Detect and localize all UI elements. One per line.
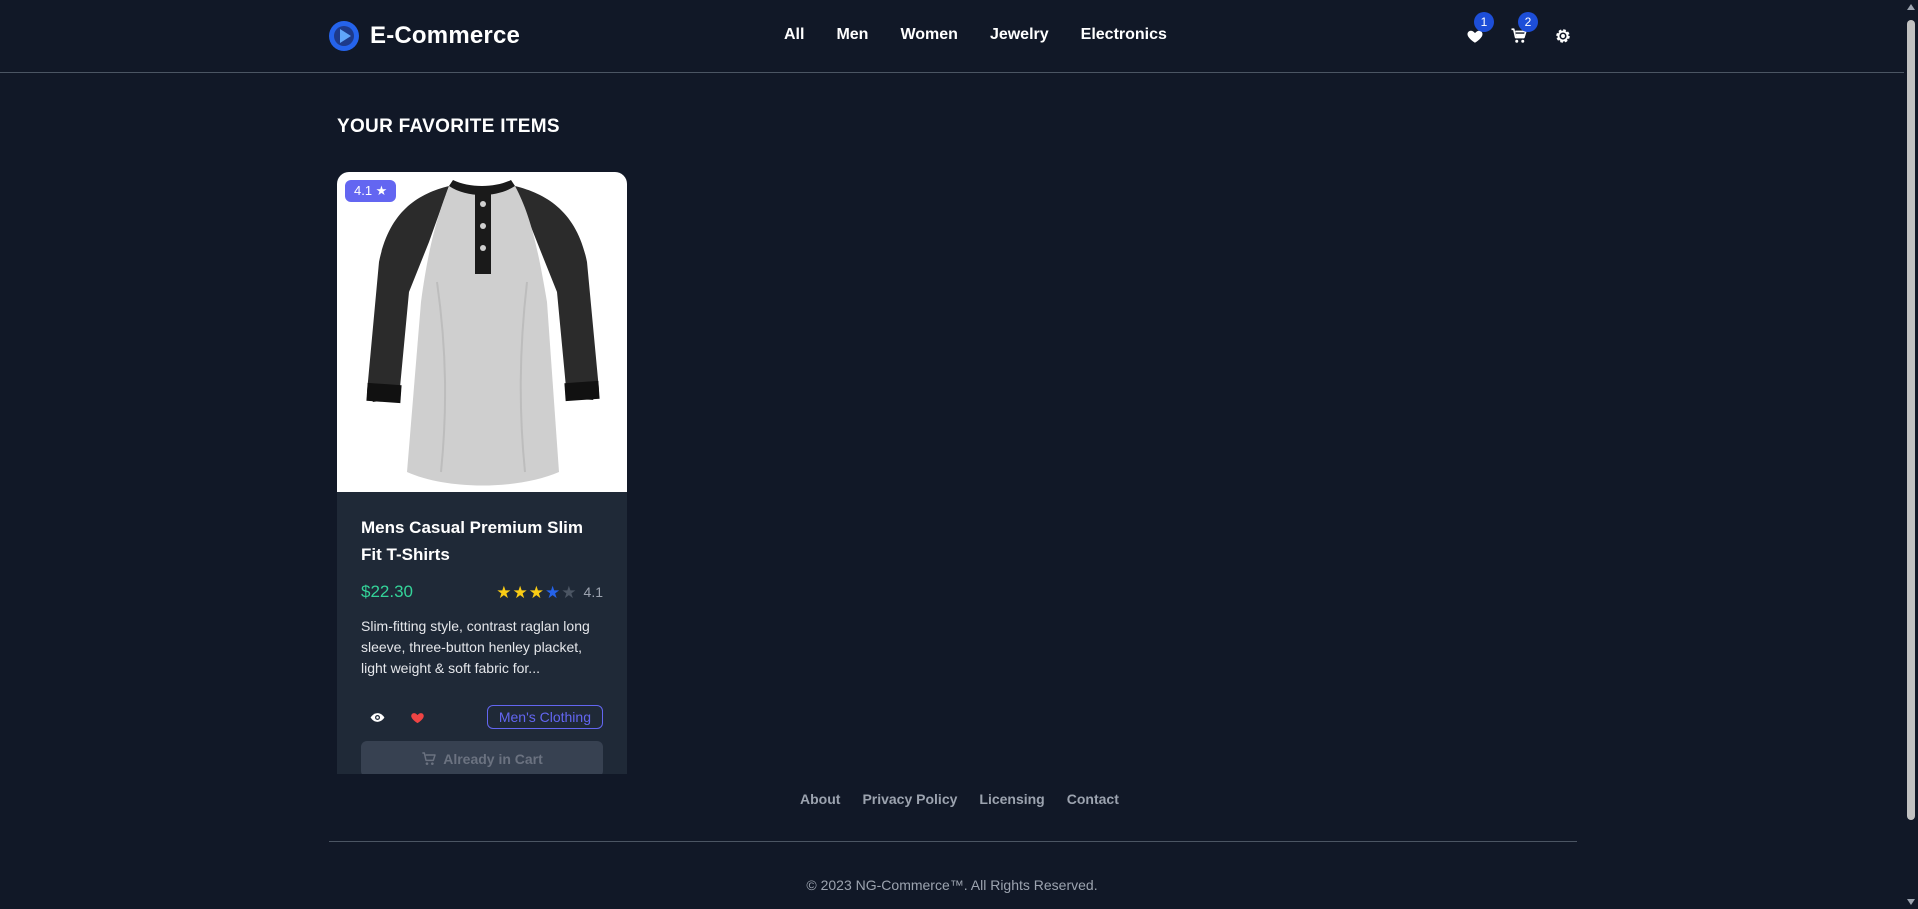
star-icon: ★ (528, 582, 545, 602)
product-card: 4.1 ★ Mens Casual Premium Slim Fit T-Shi… (337, 172, 627, 774)
scroll-up-arrow-icon[interactable] (1907, 4, 1915, 10)
nav-item-jewelry[interactable]: Jewelry (990, 26, 1049, 44)
cart-icon (422, 752, 436, 765)
rating-value: 4.1 (583, 584, 603, 600)
view-button[interactable] (361, 705, 393, 729)
copyright: © 2023 NG-Commerce™. All Rights Reserved… (806, 877, 1098, 893)
cart-button[interactable]: 2 (1508, 12, 1538, 52)
header: E-Commerce All Men Women Jewelry Electro… (0, 0, 1904, 73)
star-icon: ★ (512, 582, 528, 602)
product-description: Slim-fitting style, contrast raglan long… (361, 618, 590, 676)
main-nav: All Men Women Jewelry Electronics (784, 26, 1167, 44)
scrollbar-thumb[interactable] (1907, 20, 1915, 820)
star-icon: ★ (561, 582, 577, 602)
gear-icon (1556, 29, 1570, 43)
already-in-cart-button[interactable]: Already in Cart (361, 741, 603, 774)
scroll-down-arrow-icon[interactable] (1907, 899, 1915, 905)
section-title: YOUR FAVORITE ITEMS (337, 116, 560, 137)
shirt-image (366, 180, 600, 486)
rating-badge: 4.1 ★ (345, 180, 397, 202)
star-icon: ★ (545, 582, 561, 602)
scrollbar[interactable] (1904, 0, 1918, 909)
brand-logo-icon (329, 21, 359, 51)
star-rating: ★ ★ ★ ★ ★ 4.1 (496, 584, 603, 601)
nav-item-electronics[interactable]: Electronics (1081, 26, 1167, 44)
heart-icon (410, 712, 424, 723)
card-actions: Men's Clothing (361, 705, 603, 729)
cart-button-label: Already in Cart (443, 751, 543, 767)
star-icon: ★ (496, 582, 512, 602)
wishlist-button[interactable]: 1 (1464, 12, 1494, 52)
nav-item-women[interactable]: Women (900, 26, 957, 44)
footer-link-about[interactable]: About (800, 791, 840, 807)
footer-link-licensing[interactable]: Licensing (979, 791, 1044, 807)
cart-count-badge: 2 (1518, 12, 1538, 32)
nav-item-all[interactable]: All (784, 26, 804, 44)
product-price: $22.30 (361, 582, 413, 601)
header-actions: 1 2 (1464, 12, 1574, 52)
footer-link-contact[interactable]: Contact (1067, 791, 1119, 807)
favorite-button[interactable] (401, 705, 433, 729)
brand[interactable]: E-Commerce (328, 20, 520, 52)
category-tag[interactable]: Men's Clothing (486, 705, 603, 729)
nav-item-men[interactable]: Men (836, 26, 868, 44)
footer-links: About Privacy Policy Licensing Contact (800, 791, 1119, 807)
settings-button[interactable] (1552, 20, 1574, 52)
page: E-Commerce All Men Women Jewelry Electro… (0, 0, 1918, 909)
product-title[interactable]: Mens Casual Premium Slim Fit T-Shirts (361, 514, 603, 568)
brand-name: E-Commerce (370, 22, 521, 49)
wishlist-count-badge: 1 (1474, 12, 1494, 32)
product-image[interactable]: 4.1 ★ (337, 172, 627, 492)
eye-icon (370, 712, 384, 722)
footer-link-privacy-policy[interactable]: Privacy Policy (862, 791, 957, 807)
footer-divider (329, 841, 1577, 842)
price-row: $22.30 ★ ★ ★ ★ ★ 4.1 (361, 582, 603, 602)
card-body: Mens Casual Premium Slim Fit T-Shirts $2… (337, 492, 627, 774)
